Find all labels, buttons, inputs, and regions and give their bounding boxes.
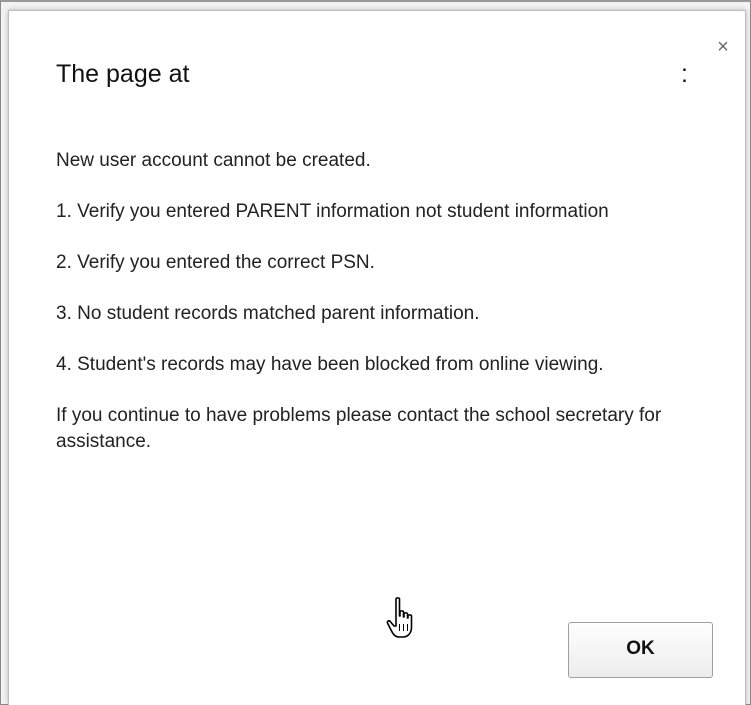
close-icon[interactable]: × — [711, 35, 735, 59]
hand-pointer-icon — [386, 597, 413, 638]
dialog-title-prefix: The page at — [56, 60, 190, 88]
ok-button[interactable]: OK — [568, 622, 713, 678]
message-line: 4. Student's records may have been block… — [56, 354, 604, 375]
browser-frame: × The page at : New user account cannot … — [0, 0, 751, 705]
message-line: 2. Verify you entered the correct PSN. — [56, 252, 375, 273]
message-line: New user account cannot be created. — [56, 150, 371, 171]
dialog-title: The page at : — [56, 57, 696, 91]
alert-dialog: × The page at : New user account cannot … — [8, 10, 746, 705]
dialog-message: New user account cannot be created. 1. V… — [56, 148, 711, 480]
dialog-title-suffix: : — [681, 60, 688, 88]
message-line: 3. No student records matched parent inf… — [56, 303, 480, 324]
message-line: 1. Verify you entered PARENT information… — [56, 201, 609, 222]
redacted-url — [227, 57, 675, 91]
message-line: If you continue to have problems please … — [56, 405, 662, 452]
